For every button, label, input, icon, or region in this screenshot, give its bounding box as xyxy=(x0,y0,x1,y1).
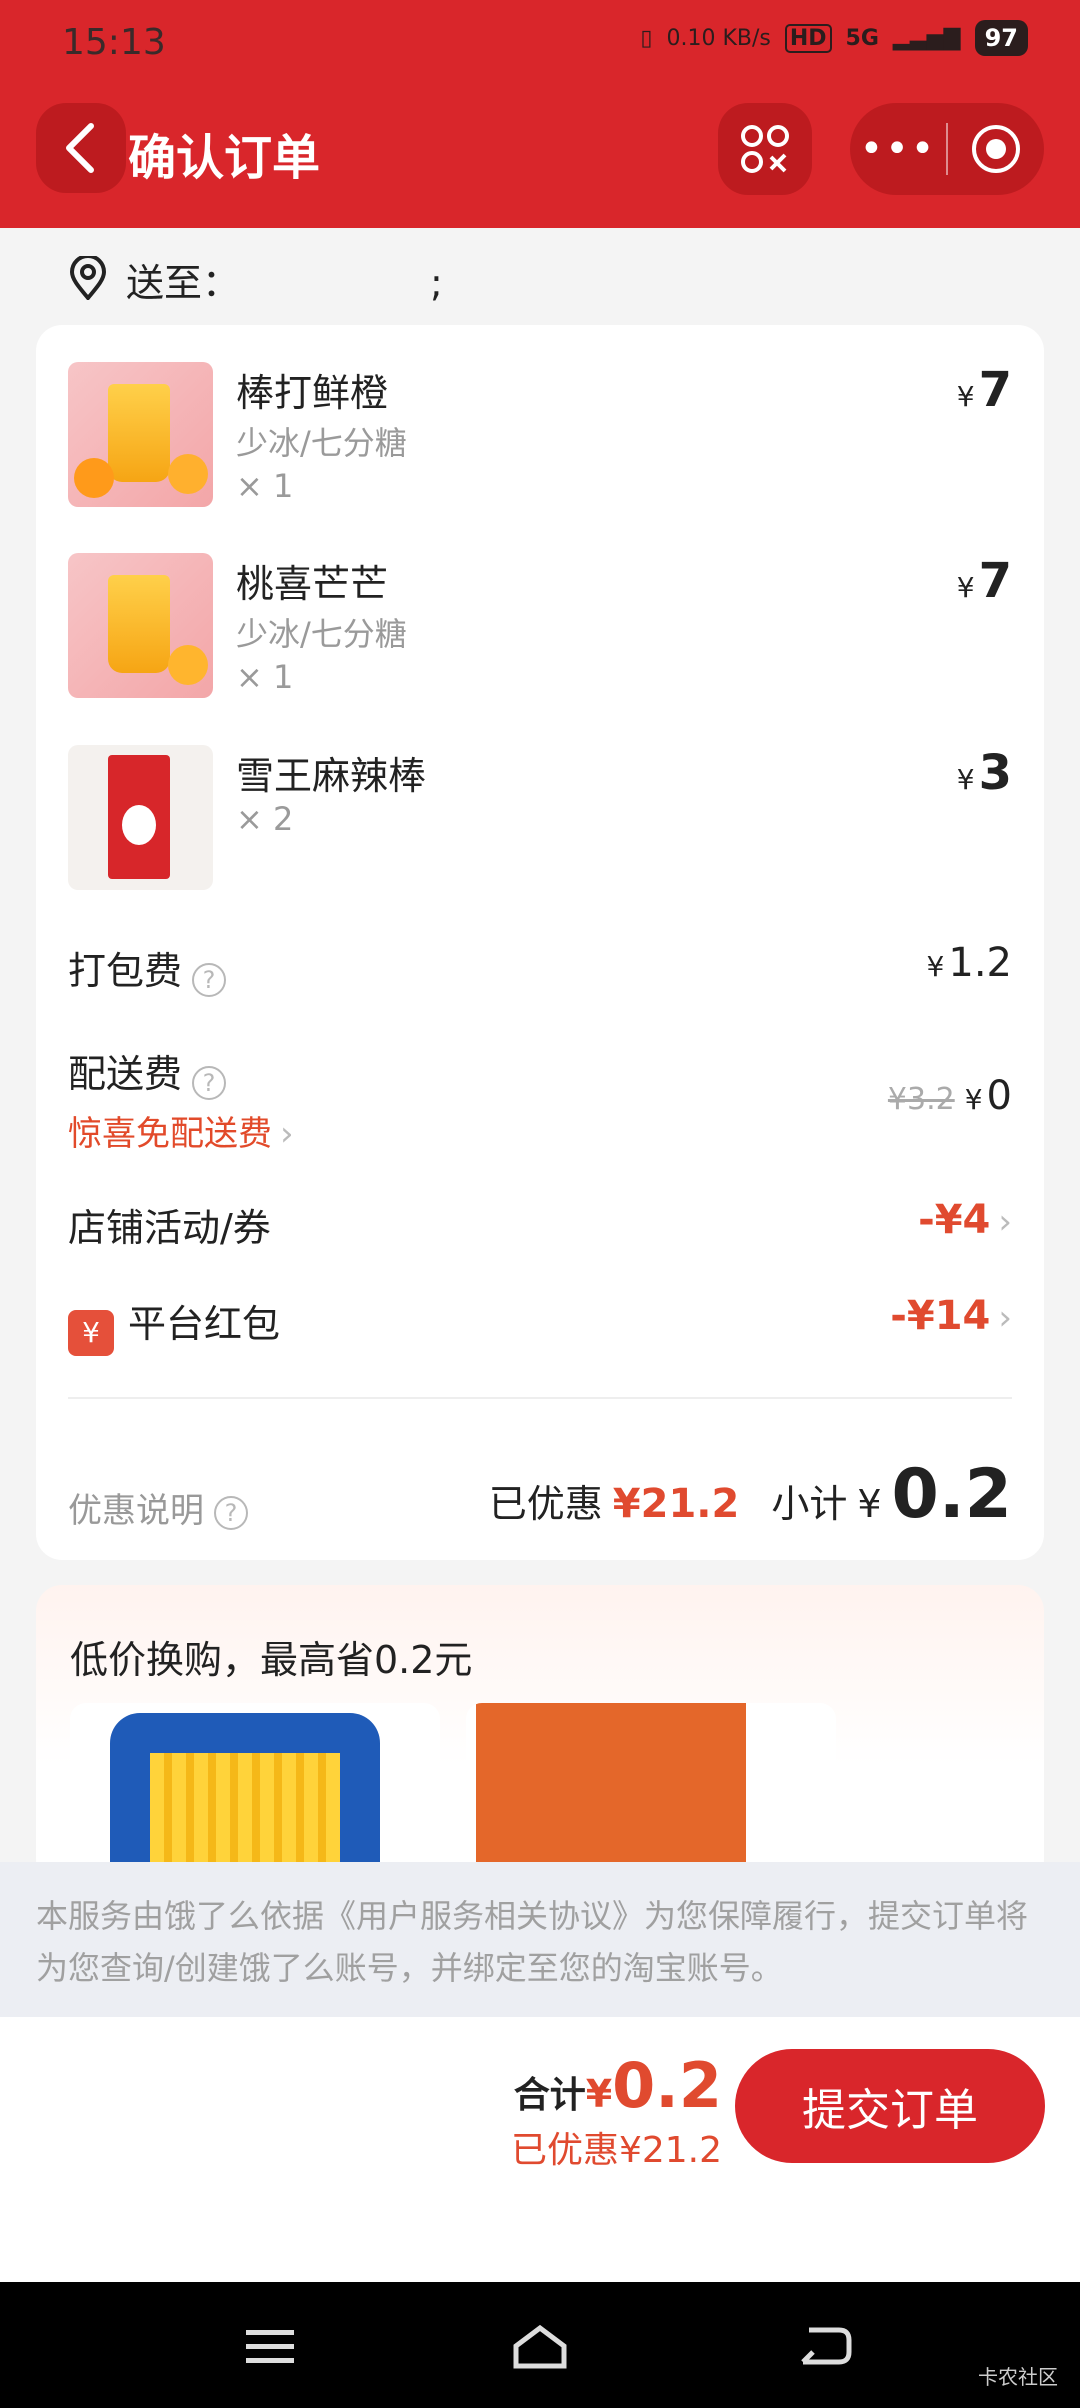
swap-product[interactable] xyxy=(70,1703,440,1885)
close-target-icon xyxy=(972,125,1020,173)
total-label: 合计 xyxy=(513,2075,586,2116)
red-packet-icon: ¥ xyxy=(68,1309,114,1356)
order-summary: 已优惠 ¥21.2 小计 ¥ 0.2 xyxy=(489,1455,1012,1534)
delivery-fee-value: ¥3.2 ¥0 xyxy=(887,1073,1012,1119)
saved-amount: 已优惠¥21.2 xyxy=(510,2130,722,2171)
address-bar[interactable]: 送至：; xyxy=(0,228,1080,323)
order-item: 桃喜芒芒 少冰/七分糖 × 1 ¥7 xyxy=(68,553,1012,703)
chevron-right-icon: › xyxy=(998,1202,1012,1242)
packing-fee-value: ¥1.2 xyxy=(926,940,1012,986)
page-title: 确认订单 xyxy=(128,130,321,186)
item-price: ¥7 xyxy=(956,362,1012,418)
platform-redpacket-value: -¥14 › xyxy=(890,1293,1012,1339)
back-icon[interactable] xyxy=(795,2322,855,2372)
submit-order-button[interactable]: 提交订单 xyxy=(735,2049,1045,2163)
chevron-right-icon: › xyxy=(998,1298,1012,1338)
packing-fee-row: 打包费? ¥1.2 xyxy=(68,940,1012,997)
vibrate-icon: ▯ xyxy=(640,25,653,51)
help-icon[interactable]: ? xyxy=(192,1065,227,1100)
network-type: 5G xyxy=(845,25,879,51)
header-bar: 15:13 ▯ 0.10 KB/s HD 5G ▂▃▅▇ 97 确认订单 ••• xyxy=(0,0,1080,228)
scan-icon xyxy=(741,125,789,173)
order-card: 棒打鲜橙 少冰/七分糖 × 1 ¥7 桃喜芒芒 少冰/七分糖 × 1 ¥7 雪王… xyxy=(36,325,1044,1560)
address-prefix: 送至： xyxy=(126,261,241,305)
platform-redpacket-row[interactable]: ¥ 平台红包 -¥14 › xyxy=(68,1293,1012,1356)
address-label: 送至：; xyxy=(126,252,443,307)
total-line: 合计 ¥ 0.2 xyxy=(514,2049,722,2122)
item-spec: 少冰/七分糖 xyxy=(236,615,407,653)
more-button[interactable]: ••• xyxy=(850,126,946,172)
delivery-fee-label: 配送费 xyxy=(68,1052,183,1096)
swap-product[interactable] xyxy=(466,1703,836,1885)
subtotal-label: 小计 xyxy=(771,1482,848,1526)
packing-fee-label: 打包费 xyxy=(68,949,183,993)
address-suffix: ; xyxy=(430,261,443,305)
chevron-right-icon: › xyxy=(280,1113,294,1154)
discount-note[interactable]: 优惠说明? xyxy=(68,1483,248,1532)
discounted-value: ¥21.2 xyxy=(612,1481,740,1527)
free-delivery-link[interactable]: 惊喜免配送费 › xyxy=(68,1106,1012,1155)
order-item: 雪王麻辣棒 × 2 ¥3 xyxy=(68,745,1012,895)
battery-badge: 97 xyxy=(974,20,1028,56)
order-item: 棒打鲜橙 少冰/七分糖 × 1 ¥7 xyxy=(68,362,1012,512)
item-name: 棒打鲜橙 xyxy=(236,371,389,415)
back-button[interactable] xyxy=(36,103,126,193)
item-name: 雪王麻辣棒 xyxy=(236,754,427,798)
subtotal-value: 0.2 xyxy=(891,1455,1012,1534)
signal-icon: ▂▃▅▇ xyxy=(892,25,961,51)
status-time: 15:13 xyxy=(62,22,166,63)
item-price: ¥7 xyxy=(956,553,1012,609)
original-delivery-fee: ¥3.2 xyxy=(887,1082,955,1117)
total-value: 0.2 xyxy=(612,2049,722,2122)
item-price: ¥3 xyxy=(956,745,1012,801)
item-qty: × 2 xyxy=(236,800,294,838)
hd-badge: HD xyxy=(784,23,832,53)
subtotal-yen: ¥ xyxy=(857,1482,882,1526)
home-icon[interactable] xyxy=(510,2322,570,2372)
swap-title: 低价换购，最高省0.2元 xyxy=(70,1638,473,1682)
status-icons: ▯ 0.10 KB/s HD 5G ▂▃▅▇ 97 xyxy=(640,20,1028,56)
product-image xyxy=(68,745,213,890)
net-speed: 0.10 KB/s xyxy=(666,25,771,51)
back-arrow-icon xyxy=(66,123,94,173)
platform-redpacket-label: 平台红包 xyxy=(128,1302,281,1346)
discounted-label: 已优惠 xyxy=(488,1482,603,1526)
more-icon: ••• xyxy=(859,126,937,172)
item-qty: × 1 xyxy=(236,658,294,696)
product-image xyxy=(68,362,213,507)
location-pin-icon xyxy=(69,256,107,300)
help-icon[interactable]: ? xyxy=(192,962,227,997)
item-spec: 少冰/七分糖 xyxy=(236,424,407,462)
menu-icon[interactable] xyxy=(240,2322,300,2372)
item-name: 桃喜芒芒 xyxy=(236,562,389,606)
shop-promo-row[interactable]: 店铺活动/券 -¥4 › xyxy=(68,1197,1012,1252)
product-image xyxy=(68,553,213,698)
divider xyxy=(68,1397,1012,1399)
help-icon: ? xyxy=(214,1495,248,1530)
shop-promo-label: 店铺活动/券 xyxy=(68,1206,271,1250)
checkout-bar: 合计 ¥ 0.2 已优惠¥21.2 提交订单 xyxy=(0,2017,1080,2282)
mini-program-capsule: ••• xyxy=(850,103,1044,195)
swap-promo-card: 低价换购，最高省0.2元 xyxy=(36,1585,1044,1885)
item-qty: × 1 xyxy=(236,467,294,505)
system-nav-bar: 卡农社区 xyxy=(0,2282,1080,2408)
delivery-fee-row: 配送费? 惊喜免配送费 › ¥3.2 ¥0 xyxy=(68,1043,1012,1155)
shop-promo-value: -¥4 › xyxy=(918,1197,1012,1243)
watermark: 卡农社区 xyxy=(978,2365,1058,2389)
close-button[interactable] xyxy=(948,123,1044,175)
total-yen: ¥ xyxy=(585,2072,613,2116)
service-notice: 本服务由饿了么依据《用户服务相关协议》为您保障履行，提交订单将为您查询/创建饿了… xyxy=(0,1862,1080,2017)
scan-button[interactable] xyxy=(718,103,812,195)
